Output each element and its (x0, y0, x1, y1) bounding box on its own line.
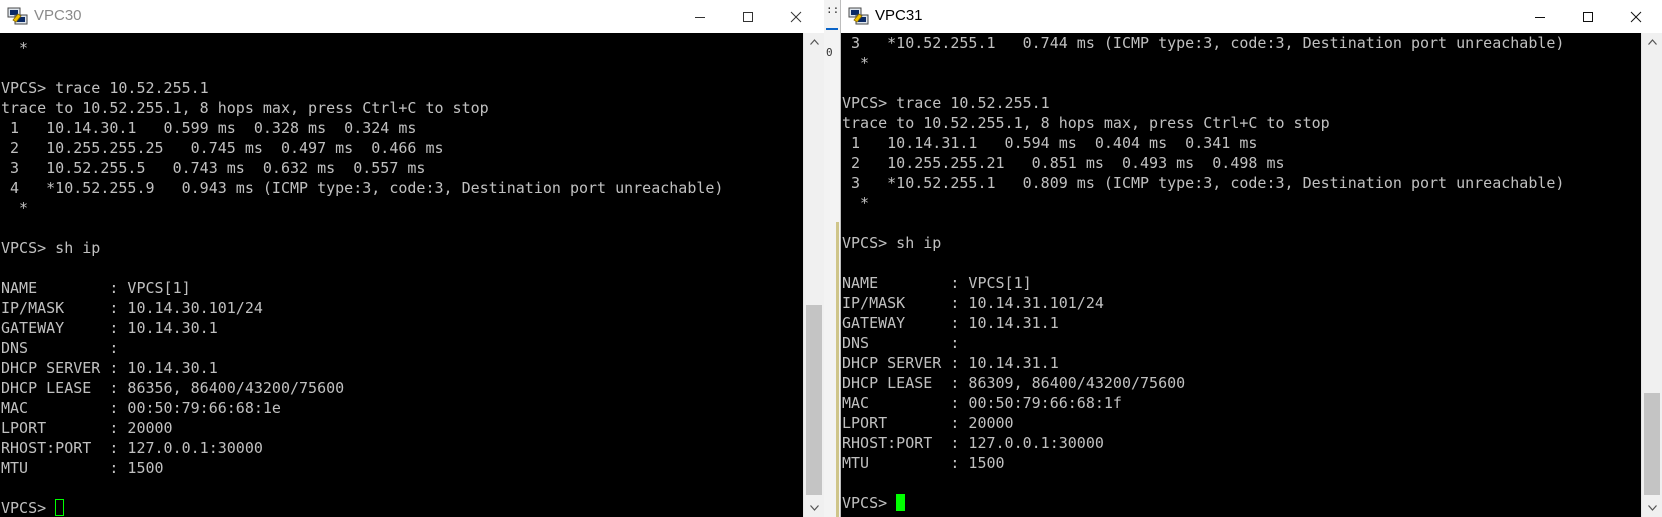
scroll-up-button[interactable] (804, 33, 824, 51)
close-button[interactable] (1612, 0, 1660, 33)
terminal-window-vpc31[interactable]: VPC31 3 *10.52.255.1 0.744 ms (ICMP type… (840, 0, 1662, 517)
chevron-down-icon (1647, 505, 1657, 511)
terminal-prompt: VPCS> (842, 494, 897, 512)
terminal-text: * VPCS> trace 10.52.255.1 trace to 10.52… (1, 39, 724, 477)
gap-accent (826, 28, 838, 30)
background-gap: :: 0 (824, 0, 840, 517)
title-bar[interactable]: VPC30 (0, 0, 824, 33)
minimize-button[interactable] (1516, 0, 1564, 33)
terminal-text: 3 *10.52.255.1 0.744 ms (ICMP type:3, co… (842, 34, 1565, 472)
putty-icon[interactable] (7, 6, 29, 26)
scroll-up-button[interactable] (1642, 33, 1662, 51)
title-bar[interactable]: VPC31 (841, 0, 1662, 33)
maximize-button[interactable] (1564, 0, 1612, 33)
terminal-cursor (55, 499, 65, 516)
close-icon (790, 11, 802, 22)
terminal-output[interactable]: 3 *10.52.255.1 0.744 ms (ICMP type:3, co… (841, 33, 1641, 517)
scroll-down-button[interactable] (1642, 499, 1662, 517)
terminal-output[interactable]: * VPCS> trace 10.52.255.1 trace to 10.52… (0, 33, 803, 517)
maximize-button[interactable] (724, 0, 772, 33)
vertical-scrollbar[interactable] (803, 33, 824, 517)
chevron-up-icon (809, 39, 819, 45)
minimize-icon (1535, 16, 1545, 18)
scrollbar-thumb[interactable] (1644, 393, 1660, 495)
window-title: VPC31 (875, 7, 923, 24)
terminal-window-vpc30[interactable]: VPC30 * VPCS> trace 10.52.255.1 trace to… (0, 0, 824, 517)
chevron-down-icon (809, 505, 819, 511)
gap-top-mark: :: (826, 3, 840, 16)
maximize-icon (743, 11, 753, 22)
close-icon (1630, 11, 1642, 22)
scroll-down-button[interactable] (804, 499, 824, 517)
minimize-button[interactable] (676, 0, 724, 33)
window-title: VPC30 (34, 7, 82, 24)
minimize-icon (695, 16, 705, 18)
gap-mark: 0 (826, 46, 833, 59)
close-button[interactable] (772, 0, 820, 33)
terminal-prompt: VPCS> (1, 499, 56, 517)
terminal-cursor (896, 494, 906, 511)
gap-highlight (836, 222, 839, 517)
maximize-icon (1583, 11, 1593, 22)
chevron-up-icon (1647, 39, 1657, 45)
scrollbar-thumb[interactable] (806, 305, 822, 495)
vertical-scrollbar[interactable] (1641, 33, 1662, 517)
putty-icon[interactable] (848, 6, 870, 26)
